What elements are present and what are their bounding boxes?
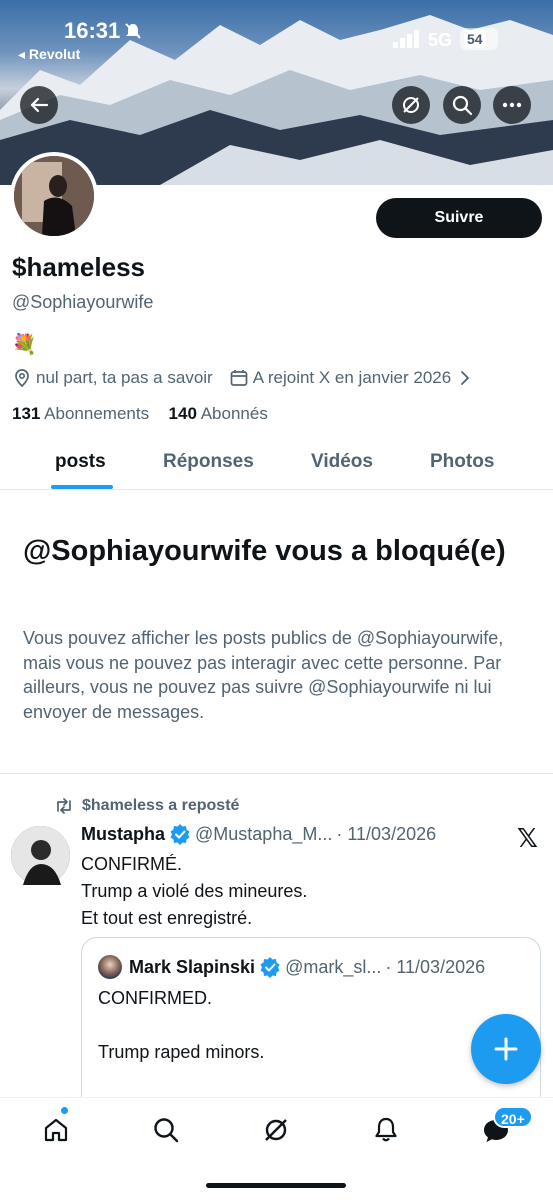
tab-videos[interactable]: Vidéos [311, 451, 373, 473]
post-line: Et tout est enregistré. [81, 908, 253, 928]
verified-badge-icon [260, 957, 280, 978]
display-name: $hameless [12, 252, 145, 282]
blocked-description: Vous pouvez afficher les posts publics d… [23, 628, 504, 722]
location-pin-icon [15, 369, 29, 388]
post-author-name[interactable]: Mustapha [81, 824, 165, 845]
grok-icon [265, 1119, 287, 1141]
chevron-right-icon[interactable] [457, 370, 473, 386]
bio-emoji: 💐 [12, 334, 37, 356]
search-icon [154, 1118, 179, 1143]
following-link[interactable]: 131 Abonnements [12, 404, 149, 423]
quote-author-name: Mark Slapinski [129, 956, 256, 977]
plus-icon [494, 1037, 518, 1061]
quote-date: · 11/03/2026 [385, 956, 486, 977]
battery-icon: 54 [460, 28, 498, 50]
post-text: CONFIRMÉ. Trump a violé des mineures. Et… [81, 851, 307, 932]
search-icon [452, 95, 473, 116]
quote-header: Mark Slapinski @mark_sl... · 11/03/2026 [98, 955, 485, 979]
quote-author-handle: @mark_sl... [285, 956, 382, 977]
tab-replies[interactable]: Réponses [163, 451, 254, 473]
follow-button[interactable]: Suivre [376, 198, 542, 238]
nav-search[interactable] [148, 1112, 184, 1148]
status-time: 16:31 [64, 18, 121, 43]
home-indicator [206, 1183, 346, 1188]
tab-photos[interactable]: Photos [430, 451, 494, 473]
back-button[interactable] [20, 86, 58, 124]
post-author-avatar[interactable] [11, 826, 70, 885]
blocked-title: @Sophiayourwife vous a bloqué(e) [23, 535, 506, 567]
more-dots-icon [502, 102, 522, 108]
followers-link[interactable]: 140 Abonnés [169, 404, 268, 423]
x-logo-icon: 𝕏 [517, 823, 538, 853]
verified-badge-icon [170, 824, 190, 845]
profile-handle: @Sophiayourwife [12, 292, 154, 312]
profile-tabs: posts Réponses Vidéos Photos [0, 440, 553, 490]
bell-off-icon [124, 22, 142, 45]
follow-counts: 131 Abonnements 140 Abonnés [12, 404, 268, 424]
signal-icon [393, 30, 421, 53]
status-bar: 16:31 ◂ Revolut 5G 54 [0, 0, 553, 70]
following-label: Abonnements [44, 404, 150, 423]
nav-home[interactable] [38, 1112, 74, 1148]
more-button[interactable] [493, 86, 531, 124]
repost-icon [57, 798, 71, 814]
search-button[interactable] [443, 86, 481, 124]
post-line: Trump a violé des mineures. [81, 881, 308, 901]
following-count: 131 [12, 404, 41, 423]
profile-avatar[interactable] [10, 152, 98, 240]
active-tab-indicator [51, 485, 113, 489]
post-line: CONFIRMÉ. [81, 854, 182, 874]
messages-badge: 20+ [493, 1106, 533, 1128]
compose-button[interactable] [471, 1014, 541, 1084]
home-icon [44, 1118, 68, 1142]
joined-text[interactable]: A rejoint X en janvier 2026 [253, 368, 451, 388]
back-to-app-link[interactable]: ◂ Revolut [18, 46, 80, 63]
profile-meta: nul part, ta pas a savoir A rejoint X en… [12, 368, 477, 388]
calendar-icon [230, 370, 248, 386]
post-date: · 11/03/2026 [336, 823, 437, 844]
followers-count: 140 [168, 404, 197, 423]
post-author-handle[interactable]: @Mustapha_M... [195, 824, 332, 845]
location-text: nul part, ta pas a savoir [36, 368, 213, 387]
repost-label: $hameless a reposté [82, 797, 240, 814]
avatar-photo [11, 826, 70, 885]
nav-notifications[interactable] [368, 1112, 404, 1148]
battery-level: 54 [464, 30, 486, 48]
quote-line: Trump raped minors. [98, 1042, 265, 1062]
followers-label: Abonnés [200, 404, 268, 423]
tab-posts[interactable]: posts [55, 451, 106, 473]
grok-button[interactable] [392, 86, 430, 124]
divider [0, 773, 553, 774]
nav-grok[interactable] [258, 1112, 294, 1148]
bell-icon [375, 1117, 397, 1142]
network-type: 5G [428, 30, 453, 50]
repost-indicator: $hameless a reposté [54, 797, 239, 815]
avatar-photo [14, 156, 94, 236]
post-header: Mustapha @Mustapha_M... · 11/03/2026 [81, 823, 436, 845]
home-notification-dot [60, 1106, 69, 1115]
grok-icon [403, 97, 419, 113]
arrow-left-icon [30, 97, 49, 113]
quote-author-avatar [98, 955, 122, 979]
quote-line: CONFIRMED. [98, 988, 212, 1008]
